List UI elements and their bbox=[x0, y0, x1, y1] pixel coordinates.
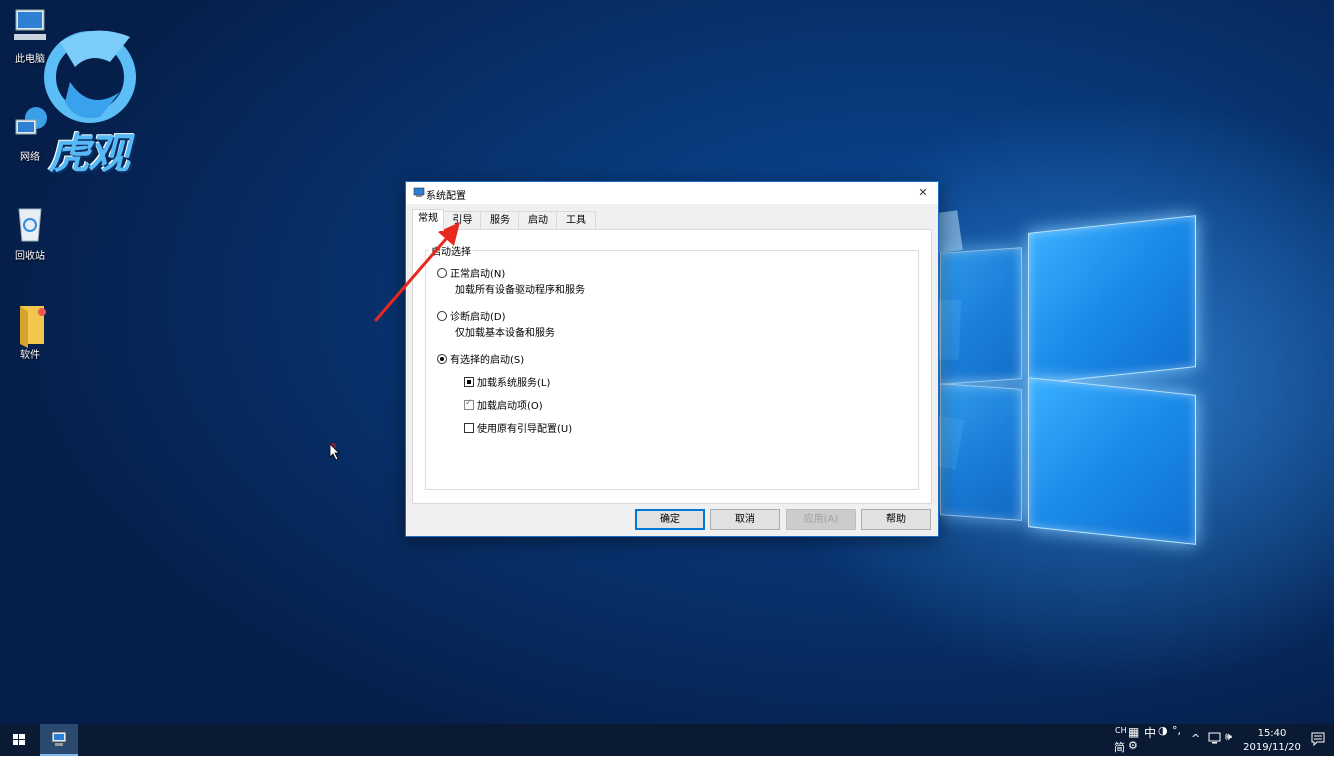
checkbox-checked[interactable] bbox=[464, 398, 474, 410]
start-button[interactable] bbox=[0, 724, 38, 756]
cancel-button[interactable]: 取消 bbox=[710, 509, 780, 530]
apply-button[interactable]: 应用(A) bbox=[786, 509, 856, 530]
action-center-icon[interactable] bbox=[1311, 732, 1325, 749]
desktop-icon-label: 此电脑 bbox=[15, 54, 45, 65]
checkbox-load-startup-items[interactable]: 加载启动项(O) bbox=[464, 397, 543, 412]
close-icon: ✕ bbox=[918, 186, 928, 199]
ime-language[interactable]: CH bbox=[1115, 726, 1127, 735]
tab-general[interactable]: 常规 bbox=[412, 209, 444, 231]
tab-tools[interactable]: 工具 bbox=[556, 211, 596, 230]
checkbox-label: 加载启动项(O) bbox=[477, 401, 543, 412]
taskbar-app-msconfig[interactable] bbox=[40, 724, 78, 756]
msconfig-icon bbox=[51, 731, 67, 746]
ime-punctuation-icon[interactable]: °, bbox=[1172, 724, 1181, 737]
folder-icon bbox=[10, 302, 50, 348]
radio-selective-startup[interactable]: 有选择的启动(S) bbox=[437, 351, 524, 366]
ime-soft-keyboard-icon[interactable]: ▦ bbox=[1128, 725, 1139, 739]
taskbar: CH ▦ 中 ◑ °, 简 ⚙ ^ 🕪 15:40 2019/11/20 bbox=[0, 724, 1334, 756]
desktop-icon-software[interactable]: 软件 bbox=[0, 302, 60, 361]
desktop-icon-label: 软件 bbox=[20, 350, 40, 361]
checkbox-load-system-services[interactable]: 加载系统服务(L) bbox=[464, 374, 550, 389]
desktop-icon-network[interactable]: 网络 bbox=[0, 104, 60, 163]
desktop-icon-this-pc[interactable]: 此电脑 bbox=[0, 6, 60, 65]
clock-time: 15:40 bbox=[1257, 728, 1287, 739]
checkbox-indeterminate[interactable] bbox=[464, 377, 474, 387]
radio-label: 有选择的启动(S) bbox=[450, 355, 525, 366]
msconfig-icon bbox=[413, 187, 425, 197]
windows-start-icon bbox=[13, 734, 25, 745]
checkbox-label: 使用原有引导配置(U) bbox=[477, 424, 573, 435]
clock-date: 2019/11/20 bbox=[1243, 742, 1301, 753]
checkbox-use-original-boot-config[interactable]: 使用原有引导配置(U) bbox=[464, 420, 572, 435]
dialog-titlebar[interactable]: 系统配置 ✕ bbox=[406, 182, 938, 204]
annotation-arrow-icon bbox=[374, 222, 460, 322]
desktop-icon-label: 网络 bbox=[20, 152, 40, 163]
close-button[interactable]: ✕ bbox=[908, 182, 938, 204]
network-tray-icon[interactable] bbox=[1208, 731, 1222, 748]
computer-icon bbox=[10, 6, 50, 46]
ime-halfwidth-icon[interactable]: ◑ bbox=[1158, 724, 1168, 737]
taskbar-clock[interactable]: 15:40 2019/11/20 bbox=[1240, 727, 1304, 755]
network-icon bbox=[10, 104, 50, 144]
ok-button[interactable]: 确定 bbox=[635, 509, 705, 530]
desktop-icon-label: 回收站 bbox=[15, 251, 45, 262]
chevron-up-icon[interactable]: ^ bbox=[1191, 732, 1200, 745]
help-button[interactable]: 帮助 bbox=[861, 509, 931, 530]
recycle-bin-icon bbox=[10, 203, 50, 243]
tab-startup[interactable]: 启动 bbox=[518, 211, 558, 230]
windows-logo bbox=[930, 215, 1200, 545]
tab-panel-general: 启动选择 正常启动(N) 加载所有设备驱动程序和服务 诊断启动(D) 仅加载基本… bbox=[412, 229, 932, 504]
option-description: 加载所有设备驱动程序和服务 bbox=[455, 285, 585, 296]
checkbox-label: 加载系统服务(L) bbox=[477, 378, 551, 389]
ime-simplified[interactable]: 简 bbox=[1114, 739, 1125, 755]
system-configuration-dialog: 系统配置 ✕ 常规 引导 服务 启动 工具 启动选择 正常启动(N) 加载所有设… bbox=[405, 181, 939, 537]
checkbox-unchecked[interactable] bbox=[464, 423, 474, 433]
option-description: 仅加载基本设备和服务 bbox=[455, 328, 555, 339]
brand-watermark: 虎观 bbox=[48, 129, 130, 178]
dialog-title: 系统配置 bbox=[426, 191, 466, 202]
ime-mode[interactable]: 中 bbox=[1144, 724, 1156, 741]
volume-icon[interactable]: 🕪 bbox=[1225, 730, 1232, 744]
radio-button-selected[interactable] bbox=[437, 354, 447, 364]
tab-services[interactable]: 服务 bbox=[480, 211, 520, 230]
mouse-cursor-icon bbox=[329, 443, 340, 461]
desktop-icon-recycle-bin[interactable]: 回收站 bbox=[0, 203, 60, 262]
ime-settings-icon[interactable]: ⚙ bbox=[1128, 739, 1138, 752]
